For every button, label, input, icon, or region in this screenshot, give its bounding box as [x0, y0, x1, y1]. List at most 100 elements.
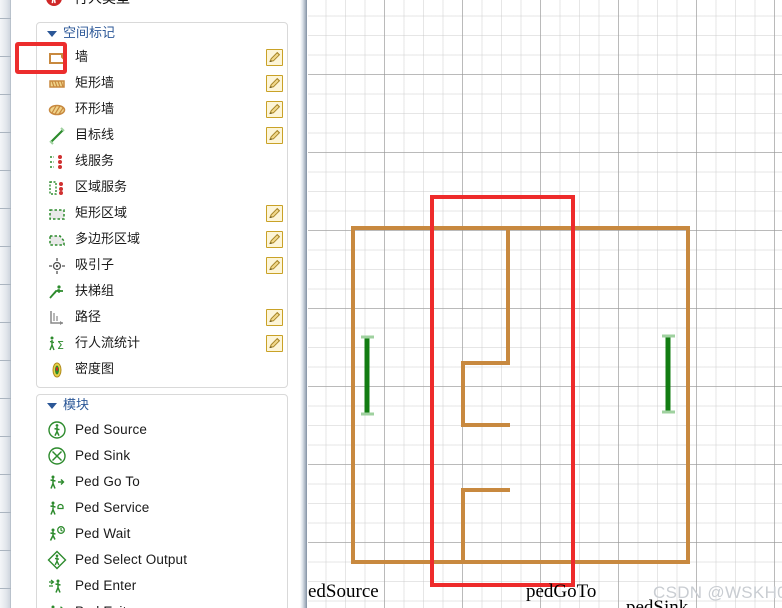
rectangular-wall-icon: [47, 74, 67, 94]
palette-group-title: 空间标记: [63, 26, 116, 41]
wall-icon: [47, 48, 67, 68]
edit-pencil-icon[interactable]: [266, 335, 283, 352]
scroll-strip-notch: [0, 246, 11, 247]
palette-group-header[interactable]: 模块: [37, 395, 287, 417]
palette-item-label: Ped Source: [75, 422, 148, 437]
palette-item-label: 矩形区域: [75, 206, 128, 221]
target-line-right: [662, 334, 675, 414]
palette-item-ped-sink[interactable]: Ped Sink: [37, 443, 289, 469]
chevron-down-icon[interactable]: [47, 31, 57, 37]
palette-item-ped-enter[interactable]: Ped Enter: [37, 573, 289, 599]
palette-group-title: 模块: [63, 398, 90, 413]
palette-item-polygonal-area[interactable]: 多边形区域: [37, 227, 289, 253]
scroll-strip-notch: [0, 322, 11, 323]
scroll-strip-notch: [0, 512, 11, 513]
target-line-icon: [47, 126, 67, 146]
edit-pencil-icon[interactable]: [266, 49, 283, 66]
ped-enter-icon: [47, 576, 67, 596]
edit-pencil-icon[interactable]: [266, 75, 283, 92]
palette-item-attractor[interactable]: 吸引子: [37, 253, 289, 279]
palette-item-label: 吸引子: [75, 258, 115, 273]
scroll-strip-notch: [0, 474, 11, 475]
palette-item-line-service[interactable]: 线服务: [37, 149, 289, 175]
palette-item-label: 区域服务: [75, 180, 128, 195]
scroll-strip-notch: [0, 360, 11, 361]
edit-pencil-icon[interactable]: [266, 309, 283, 326]
attractor-icon: [47, 256, 67, 276]
panel-scroll-strip[interactable]: [0, 0, 11, 608]
palette-item-ped-exit[interactable]: Ped Exit: [37, 599, 289, 608]
edit-pencil-icon[interactable]: [266, 101, 283, 118]
palette-item-wall[interactable]: 墙: [37, 45, 289, 71]
palette-item-escalator-group[interactable]: 扶梯组: [37, 279, 289, 305]
palette-item-circular-wall[interactable]: 环形墙: [37, 97, 289, 123]
palette-item-label: 墙: [75, 50, 89, 65]
scroll-strip-notch: [0, 170, 11, 171]
palette-item-label: 密度图: [75, 362, 115, 377]
edit-pencil-icon[interactable]: [266, 127, 283, 144]
palette-item-rectangular-area[interactable]: 矩形区域: [37, 201, 289, 227]
density-map-icon: [47, 360, 67, 380]
ped-select-output-icon: [47, 550, 67, 570]
scroll-strip-notch: [0, 436, 11, 437]
palette-item-density-map[interactable]: 密度图: [37, 357, 289, 383]
edit-pencil-icon[interactable]: [266, 257, 283, 274]
palette-item-label: 目标线: [75, 128, 115, 143]
palette-item-ped-wait[interactable]: Ped Wait: [37, 521, 289, 547]
line-service-icon: [47, 152, 67, 172]
scroll-strip-notch: [0, 56, 11, 57]
edit-pencil-icon[interactable]: [266, 205, 283, 222]
escalator-group-icon: [47, 282, 67, 302]
scroll-strip-notch: [0, 208, 11, 209]
scroll-strip-notch: [0, 132, 11, 133]
scroll-strip-notch: [0, 284, 11, 285]
palette-item-ped-select-output[interactable]: Ped Select Output: [37, 547, 289, 573]
palette-item-ped-service[interactable]: Ped Service: [37, 495, 289, 521]
ped-go-to-icon: [47, 472, 67, 492]
canvas-label-ped-go-to: pedGoTo: [526, 581, 597, 602]
palette-item-rectangular-wall[interactable]: 矩形墙: [37, 71, 289, 97]
palette-item-label: 扶梯组: [75, 284, 115, 299]
model-canvas[interactable]: edSource pedGoTo pedSink CSDN @WSKH0929: [308, 0, 782, 608]
rectangular-area-icon: [47, 204, 67, 224]
area-service-icon: [47, 178, 67, 198]
palette-item-label: 多边形区域: [75, 232, 141, 247]
ped-wait-icon: [47, 524, 67, 544]
palette-item-ped-source[interactable]: Ped Source: [37, 417, 289, 443]
palette-item-ped-go-to[interactable]: Ped Go To: [37, 469, 289, 495]
palette-item-pedestrian-type[interactable]: 行人类型: [36, 0, 288, 10]
chevron-down-icon[interactable]: [47, 403, 57, 409]
canvas-drawing: [351, 195, 690, 587]
watermark: CSDN @WSKH0929: [653, 583, 782, 602]
polygonal-area-icon: [47, 230, 67, 250]
palette-item-label: 行人类型: [74, 0, 130, 10]
palette-item-ped-flow-statistics[interactable]: Σ 行人流统计: [37, 331, 289, 357]
edit-pencil-icon[interactable]: [266, 231, 283, 248]
ped-sink-icon: [47, 446, 67, 466]
palette-item-label: 矩形墙: [75, 76, 115, 91]
palette-item-label: 路径: [75, 310, 102, 325]
target-line-left: [361, 335, 374, 416]
scroll-strip-notch: [0, 94, 11, 95]
palette-item-area-service[interactable]: 区域服务: [37, 175, 289, 201]
palette-item-label: Ped Exit: [75, 599, 126, 608]
scroll-strip-notch: [0, 550, 11, 551]
scroll-strip-notch: [0, 18, 11, 19]
palette-item-label: 线服务: [75, 154, 115, 169]
pedestrian-type-icon: [45, 0, 63, 7]
palette-panel: 行人类型 空间标记 墙矩形墙环形墙目标线线服务区域服务矩形区域多边形区域吸引子扶…: [0, 0, 300, 608]
palette-item-label: Ped Wait: [75, 526, 131, 541]
palette-group-header[interactable]: 空间标记: [37, 23, 287, 45]
palette-item-label: Ped Sink: [75, 448, 131, 463]
palette-item-pathway[interactable]: 路径: [37, 305, 289, 331]
ped-service-icon: [47, 498, 67, 518]
application-window: 行人类型 空间标记 墙矩形墙环形墙目标线线服务区域服务矩形区域多边形区域吸引子扶…: [0, 0, 782, 608]
selection-rectangle: [430, 195, 575, 587]
scroll-strip-notch: [0, 588, 11, 589]
palette-item-target-line[interactable]: 目标线: [37, 123, 289, 149]
pathway-icon: [47, 308, 67, 328]
panel-splitter[interactable]: [300, 0, 307, 608]
palette-item-label: Ped Service: [75, 500, 150, 515]
canvas-label-ped-source: edSource: [308, 581, 379, 602]
palette-item-label: Ped Enter: [75, 578, 137, 593]
